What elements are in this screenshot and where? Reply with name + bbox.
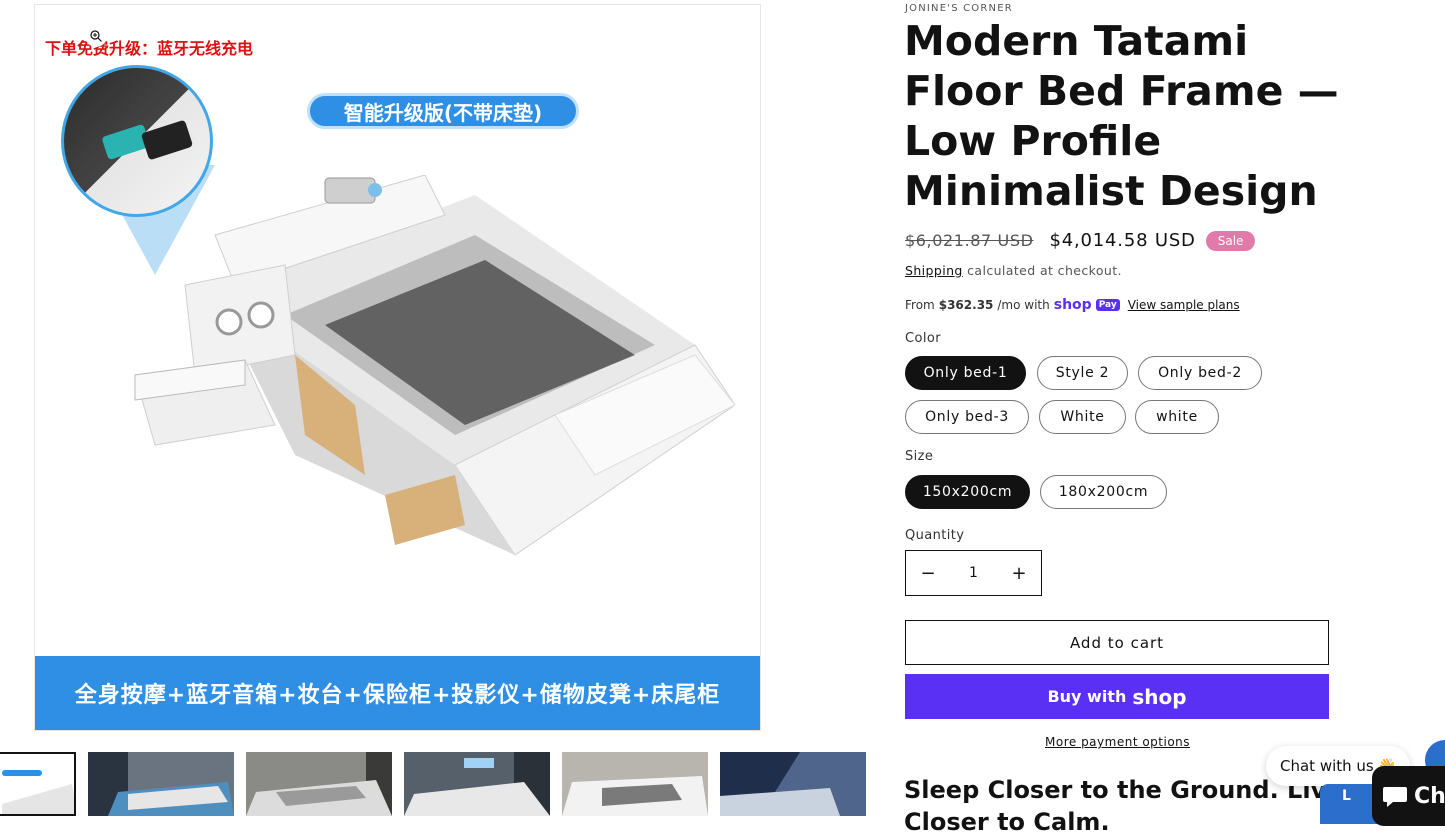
- quantity-label: Quantity: [905, 528, 965, 543]
- installment-suffix: /mo with: [997, 298, 1050, 312]
- color-option-only-bed-3[interactable]: Only bed-3: [905, 400, 1029, 434]
- color-option-only-bed-1[interactable]: Only bed-1: [905, 356, 1026, 390]
- quantity-stepper: − 1 +: [905, 550, 1042, 596]
- bed-illustration: [134, 175, 735, 556]
- quantity-input[interactable]: 1: [969, 565, 978, 581]
- regular-price: $6,021.87 USD: [905, 231, 1034, 250]
- buy-with-text: Buy with: [1047, 687, 1127, 706]
- image-version-badge: 智能升级版(不带床垫): [307, 93, 579, 129]
- thumbnail-3[interactable]: [246, 752, 392, 816]
- color-option-style-2[interactable]: Style 2: [1037, 356, 1128, 390]
- thumbnail-1[interactable]: [0, 752, 76, 816]
- shop-logo-word: shop: [1132, 684, 1187, 709]
- shopify-chat-button[interactable]: Ch: [1372, 766, 1445, 826]
- chat-button-label: Ch: [1414, 783, 1445, 809]
- quantity-increase-button[interactable]: +: [997, 563, 1041, 584]
- product-title: Modern Tatami Floor Bed Frame — Low Prof…: [904, 17, 1339, 215]
- add-to-cart-button[interactable]: Add to cart: [905, 620, 1329, 665]
- thumbnail-5[interactable]: [562, 752, 708, 816]
- shop-pay-badge: Pay: [1095, 299, 1120, 311]
- installment-prefix: From: [905, 298, 935, 312]
- quantity-decrease-button[interactable]: −: [906, 563, 950, 584]
- thumbnail-2[interactable]: [88, 752, 234, 816]
- chat-bubble-text: Chat with us: [1280, 757, 1374, 775]
- shop-pay-installments: From $362.35/mo with shop Pay View sample…: [905, 297, 1240, 313]
- product-main-image[interactable]: 下单免费升级：蓝牙无线充电 智能升级版(不带床垫) 全身按摩+蓝牙音箱+妆台+保…: [34, 4, 761, 731]
- size-option-180x200[interactable]: 180x200cm: [1040, 475, 1167, 509]
- zoom-icon[interactable]: [85, 25, 107, 47]
- color-option-white[interactable]: White: [1039, 400, 1126, 434]
- installment-amount: $362.35: [938, 298, 994, 312]
- price-row: $6,021.87 USD $4,014.58 USD Sale: [905, 230, 1256, 251]
- more-payment-options-link[interactable]: More payment options: [1045, 735, 1190, 749]
- color-option-white-lowercase[interactable]: white: [1135, 400, 1219, 434]
- chat-bubble-icon: [1383, 787, 1407, 807]
- sale-price: $4,014.58 USD: [1049, 230, 1196, 251]
- thumbnail-4[interactable]: [404, 752, 550, 816]
- size-option-150x200[interactable]: 150x200cm: [905, 475, 1030, 509]
- shipping-link[interactable]: Shipping: [905, 263, 963, 278]
- buy-with-shop-button[interactable]: Buy with shop: [905, 674, 1329, 719]
- shipping-note: Shipping calculated at checkout.: [905, 263, 1122, 278]
- sale-badge: Sale: [1205, 230, 1256, 251]
- gift-widget-button[interactable]: L: [1320, 784, 1380, 824]
- gift-widget-label: L: [1342, 788, 1351, 804]
- image-promo-text: 下单免费升级：蓝牙无线充电: [45, 39, 254, 58]
- view-sample-plans-link[interactable]: View sample plans: [1128, 298, 1240, 312]
- color-label: Color: [905, 331, 941, 346]
- thumbnail-strip: [0, 752, 866, 816]
- color-option-only-bed-2[interactable]: Only bed-2: [1138, 356, 1262, 390]
- shop-pay-logo-word: shop: [1053, 297, 1092, 313]
- shipping-text: calculated at checkout.: [967, 263, 1122, 278]
- size-label: Size: [905, 449, 934, 464]
- thumbnail-6[interactable]: [720, 752, 866, 816]
- vendor-name: JONINE'S CORNER: [905, 3, 1013, 14]
- image-feature-banner: 全身按摩+蓝牙音箱+妆台+保险柜+投影仪+储物皮凳+床尾柜: [35, 656, 760, 730]
